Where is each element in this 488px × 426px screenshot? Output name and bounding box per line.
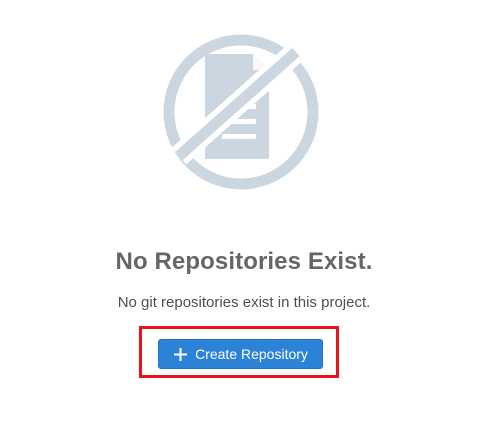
no-repository-document-icon (163, 34, 319, 190)
create-repository-button[interactable]: Create Repository (158, 339, 323, 369)
plus-icon (173, 347, 188, 362)
create-repository-button-label: Create Repository (195, 346, 308, 362)
empty-state-description: No git repositories exist in this projec… (117, 294, 371, 311)
empty-state-title: No Repositories Exist. (115, 248, 373, 275)
no-repositories-illustration (160, 31, 322, 193)
